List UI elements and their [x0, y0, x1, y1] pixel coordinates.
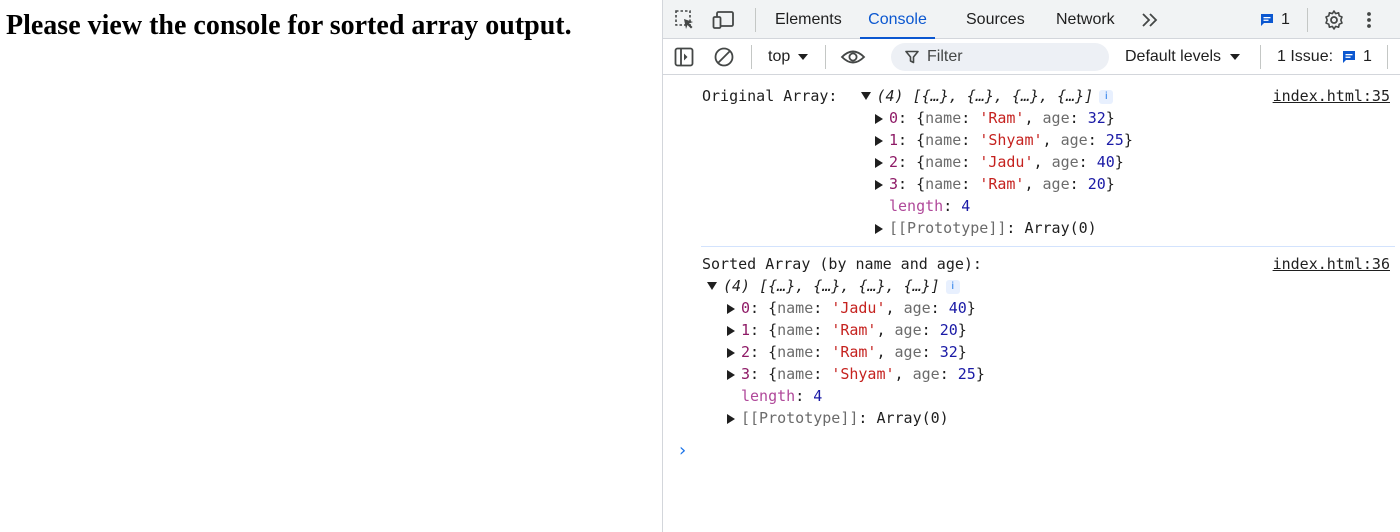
tabbar-divider: [1307, 8, 1308, 32]
expand-triangle-right-icon[interactable]: [875, 113, 883, 124]
expand-triangle-right-icon[interactable]: [727, 347, 735, 358]
expand-triangle-right-icon[interactable]: [727, 325, 735, 336]
inspect-element-icon[interactable]: [672, 7, 698, 33]
array-item[interactable]: 0: {name: 'Ram', age: 32}: [875, 107, 1115, 129]
array-length: length: 4: [741, 387, 823, 405]
expand-triangle-right-icon[interactable]: [875, 179, 883, 190]
array-item[interactable]: 1: {name: 'Shyam', age: 25}: [875, 129, 1133, 151]
log-levels-dropdown[interactable]: Default levels: [1125, 39, 1241, 75]
array-prototype[interactable]: [[Prototype]]: Array(0): [875, 217, 1097, 239]
toolbar-divider: [1387, 45, 1388, 69]
expand-triangle-right-icon[interactable]: [875, 135, 883, 146]
device-toolbar-icon[interactable]: [711, 7, 737, 33]
info-badge-icon: i: [1099, 89, 1114, 104]
array-item[interactable]: 3: {name: 'Shyam', age: 25}: [727, 363, 985, 385]
tab-sources[interactable]: Sources: [966, 0, 1025, 39]
clear-console-icon[interactable]: [713, 39, 735, 75]
more-options-icon[interactable]: [1359, 7, 1379, 33]
source-link[interactable]: index.html:36: [1273, 253, 1390, 275]
array-preview[interactable]: (4) [{…}, {…}, {…}, {…}]: [877, 87, 1094, 105]
filter-box[interactable]: [891, 43, 1109, 71]
array-preview-row[interactable]: (4) [{…}, {…}, {…}, {…}] i: [707, 275, 960, 297]
expand-triangle-right-icon[interactable]: [727, 413, 735, 424]
array-preview: (4) [{…}, {…}, {…}, {…}]: [723, 277, 940, 295]
tab-elements[interactable]: Elements: [775, 0, 842, 39]
expand-triangle-right-icon[interactable]: [875, 223, 883, 234]
array-item[interactable]: 1: {name: 'Ram', age: 20}: [727, 319, 967, 341]
message-icon: [1261, 14, 1273, 26]
expand-triangle-right-icon[interactable]: [727, 303, 735, 314]
devtools-tabbar: Elements Console Sources Network 1: [663, 0, 1400, 39]
console-prompt-chevron-icon[interactable]: ›: [679, 440, 686, 461]
filter-input[interactable]: [927, 48, 1077, 66]
expand-triangle-down-icon[interactable]: [860, 91, 871, 100]
array-prototype[interactable]: [[Prototype]]: Array(0): [727, 407, 949, 429]
toolbar-divider: [825, 45, 826, 69]
tab-network[interactable]: Network: [1056, 0, 1115, 39]
filter-funnel-icon: [905, 50, 919, 64]
issue-message-icon: [1343, 51, 1356, 63]
array-item[interactable]: 2: {name: 'Ram', age: 32}: [727, 341, 967, 363]
expand-triangle-right-icon[interactable]: [875, 157, 883, 168]
tabbar-divider: [755, 8, 756, 32]
message-divider: [701, 246, 1395, 247]
source-link[interactable]: index.html:35: [1273, 85, 1390, 107]
dropdown-arrow-icon: [1230, 54, 1241, 60]
console-toolbar: top Default levels 1 Issue: 1: [663, 39, 1400, 75]
console-output: Original Array: (4) [{…}, {…}, {…}, {…}]…: [663, 75, 1400, 532]
live-expression-eye-icon[interactable]: [840, 39, 866, 75]
array-length: length: 4: [889, 197, 971, 215]
array-item[interactable]: 0: {name: 'Jadu', age: 40}: [727, 297, 976, 319]
log-header: Original Array: (4) [{…}, {…}, {…}, {…}]…: [702, 85, 1114, 107]
log-header: Sorted Array (by name and age):: [702, 255, 982, 273]
sidebar-toggle-icon[interactable]: [673, 39, 695, 75]
tab-console[interactable]: Console: [860, 0, 935, 39]
issues-counter[interactable]: 1 Issue: 1: [1277, 39, 1372, 75]
expand-triangle-right-icon[interactable]: [727, 369, 735, 380]
array-item[interactable]: 3: {name: 'Ram', age: 20}: [875, 173, 1115, 195]
messages-badge[interactable]: 1: [1259, 7, 1293, 33]
toolbar-divider: [751, 45, 752, 69]
page-heading: Please view the console for sorted array…: [6, 10, 572, 41]
info-badge-icon: i: [945, 279, 960, 294]
double-chevron-right-icon[interactable]: [1137, 7, 1163, 33]
devtools-panel: Elements Console Sources Network 1 top F…: [662, 0, 1400, 532]
toolbar-divider: [1260, 45, 1261, 69]
settings-gear-icon[interactable]: [1321, 7, 1347, 33]
context-selector[interactable]: top: [768, 39, 809, 75]
array-item[interactable]: 2: {name: 'Jadu', age: 40}: [875, 151, 1124, 173]
dropdown-arrow-icon: [798, 54, 809, 60]
expand-triangle-down-icon[interactable]: [707, 281, 717, 290]
page-viewport: Please view the console for sorted array…: [0, 0, 662, 532]
